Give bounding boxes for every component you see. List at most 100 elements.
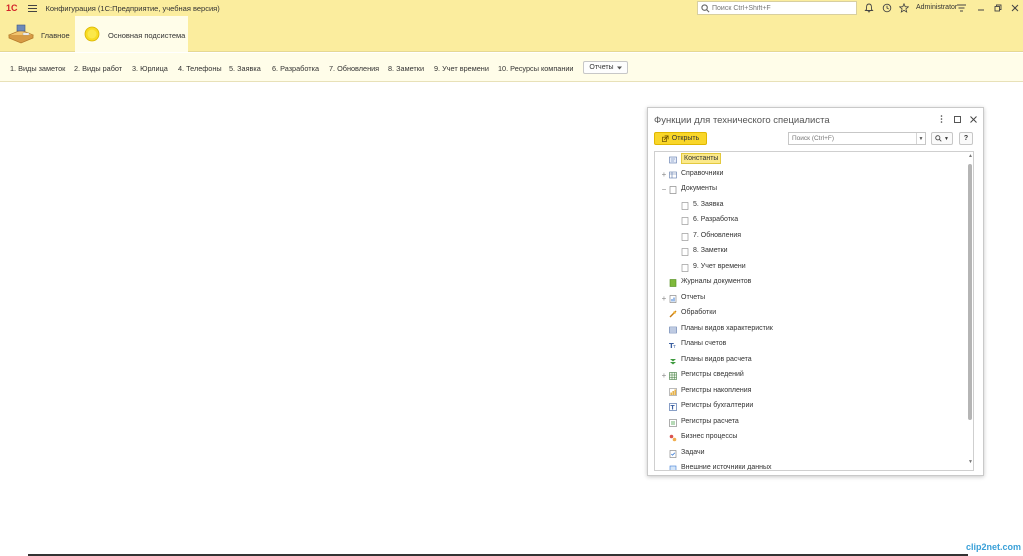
processings-icon [669, 310, 677, 318]
tree-scrollbar[interactable]: ▲ ▼ [967, 152, 973, 470]
function-item[interactable]: 1. Виды заметок [10, 64, 65, 73]
favorites-star-icon[interactable] [899, 3, 909, 13]
function-item[interactable]: 7. Обновления [329, 64, 379, 73]
function-item[interactable]: 6. Разработка [272, 64, 319, 73]
function-item[interactable]: 4. Телефоны [178, 64, 222, 73]
metadata-tree: Константы + Справочники − Документы 5. З… [654, 151, 974, 471]
tree-item-label: Планы счетов [681, 340, 727, 347]
main-menu-icon[interactable] [27, 4, 37, 12]
desk-icon [7, 24, 35, 44]
global-search-box[interactable] [697, 1, 857, 15]
sun-icon [84, 26, 100, 42]
tree-row[interactable]: − Документы [655, 183, 967, 197]
tree-row[interactable]: + Отчеты [655, 292, 967, 306]
title-bar: 1С Конфигурация (1С:Предприятие, учебная… [0, 0, 1023, 16]
sections-bar: Главное Основная подсистема [0, 16, 1023, 52]
function-panel: 1. Виды заметок 2. Виды работ 3. Юрлица … [0, 53, 1023, 82]
tree-row[interactable]: Внешние источники данных [655, 462, 967, 470]
catalogs-icon [669, 171, 677, 179]
tree-row[interactable]: Константы [655, 153, 967, 167]
info-registers-icon [669, 372, 677, 380]
tree-row[interactable]: Бизнес процессы [655, 431, 967, 445]
user-name[interactable]: Administrator [916, 4, 957, 11]
tree-item-label: 9. Учет времени [693, 263, 746, 270]
tree-item-label: Обработки [681, 309, 717, 316]
tree-row[interactable]: 8. Заметки [655, 245, 967, 259]
function-item[interactable]: 10. Ресурсы компании [498, 64, 574, 73]
tree-row[interactable]: + Справочники [655, 168, 967, 182]
scroll-down-icon[interactable]: ▼ [968, 460, 973, 465]
global-search-input[interactable] [712, 4, 852, 12]
settings-menu-icon[interactable] [955, 2, 967, 14]
more-options-icon[interactable] [936, 114, 946, 124]
open-button[interactable]: Открыть [654, 132, 707, 145]
open-link-icon [661, 135, 669, 142]
function-item[interactable]: 8. Заметки [388, 64, 424, 73]
tree-item-label: Документы [681, 185, 718, 192]
search-icon [701, 3, 710, 12]
reports-button-label: Отчеты [589, 64, 614, 71]
bell-icon[interactable] [864, 3, 874, 13]
constants-icon [669, 156, 677, 164]
tree-row[interactable]: Задачи [655, 447, 967, 461]
tree-row[interactable]: + Регистры сведений [655, 369, 967, 383]
function-item[interactable]: 2. Виды работ [74, 64, 122, 73]
tree-row[interactable]: Обработки [655, 307, 967, 321]
tree-row[interactable]: Планы видов расчета [655, 354, 967, 368]
tree-row[interactable]: 6. Разработка [655, 214, 967, 228]
tree-row[interactable]: 5. Заявка [655, 199, 967, 213]
tree-item-label: Константы [681, 153, 722, 164]
tree-row[interactable]: Т Регистры бухгалтерии [655, 400, 967, 414]
calculation-registers-icon [669, 419, 677, 427]
tree-item-label: 7. Обновления [693, 232, 742, 239]
search-history-dropdown-icon[interactable]: ▼ [916, 133, 925, 144]
external-sources-icon [669, 465, 677, 470]
expand-icon[interactable]: + [660, 372, 668, 380]
tree-row[interactable]: Планы видов характеристик [655, 323, 967, 337]
tree-row[interactable]: 9. Учет времени [655, 261, 967, 275]
chart-of-accounts-icon: Тт [669, 342, 676, 349]
minimize-icon[interactable] [975, 2, 987, 14]
tree-row[interactable]: Регистры расчета [655, 416, 967, 430]
document-icon [681, 233, 689, 241]
help-button[interactable]: ? [959, 132, 973, 145]
tree-item-label: 6. Разработка [693, 216, 739, 223]
collapse-icon[interactable]: − [660, 186, 668, 194]
maximize-icon[interactable] [952, 114, 962, 124]
function-item[interactable]: 9. Учет времени [434, 64, 489, 73]
scroll-up-icon[interactable]: ▲ [968, 154, 973, 159]
tree-row[interactable]: Журналы документов [655, 276, 967, 290]
reports-dropdown-button[interactable]: Отчеты [583, 61, 628, 74]
tree-item-label: 8. Заметки [693, 247, 728, 254]
tasks-icon [669, 450, 677, 458]
tech-functions-window: Функции для технического специалиста Отк… [647, 107, 984, 476]
search-icon [935, 135, 942, 142]
section-main[interactable]: Главное [0, 16, 74, 52]
tree-row[interactable]: Регистры накопления [655, 385, 967, 399]
journals-icon [669, 279, 677, 287]
tree-row[interactable]: 7. Обновления [655, 230, 967, 244]
function-item[interactable]: 3. Юрлица [132, 64, 168, 73]
window-close-icon[interactable] [968, 114, 978, 124]
history-icon[interactable] [882, 3, 892, 13]
tree-item-label: Регистры расчета [681, 418, 739, 425]
section-main-subsystem[interactable]: Основная подсистема [75, 16, 188, 52]
tree-item-label: Регистры накопления [681, 387, 752, 394]
window-search-box[interactable]: ▼ [788, 132, 926, 145]
restore-icon[interactable] [992, 2, 1004, 14]
close-icon[interactable] [1009, 2, 1021, 14]
section-label: Основная подсистема [108, 31, 186, 40]
find-button[interactable]: ▼ [931, 132, 953, 145]
document-icon [681, 202, 689, 210]
expand-icon[interactable]: + [660, 295, 668, 303]
characteristic-plans-icon [669, 326, 677, 334]
tree-item-label: Журналы документов [681, 278, 752, 285]
document-icon [681, 264, 689, 272]
tree-row[interactable]: Тт Планы счетов [655, 338, 967, 352]
window-search-input[interactable] [789, 133, 914, 144]
expand-icon[interactable]: + [660, 171, 668, 179]
tree-item-label: Планы видов расчета [681, 356, 752, 363]
scroll-thumb[interactable] [968, 164, 972, 420]
tree-item-label: Справочники [681, 170, 724, 177]
function-item[interactable]: 5. Заявка [229, 64, 261, 73]
